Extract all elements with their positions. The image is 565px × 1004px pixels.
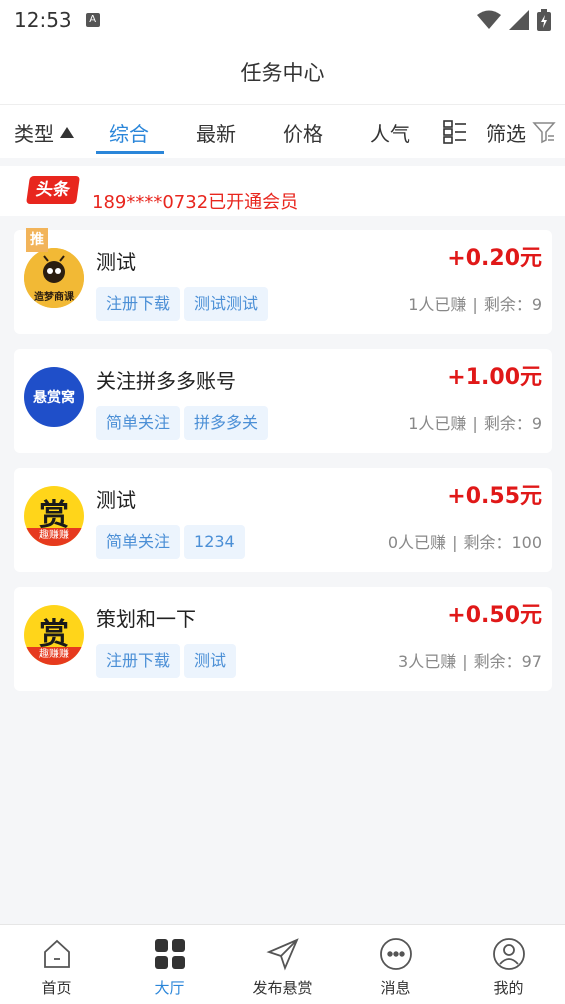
task-tags: 简单关注 拼多多关 — [96, 406, 269, 440]
task-card[interactable]: 悬赏窝 关注拼多多账号 +1.00元 简单关注 拼多多关 1人已赚 | 剩余：9 — [14, 349, 552, 453]
nav-messages[interactable]: 消息 — [339, 925, 452, 1004]
stats-separator: | — [452, 533, 458, 552]
nav-label: 发布悬赏 — [252, 979, 313, 997]
user-icon — [492, 938, 525, 970]
task-stats: 1人已赚 | 剩余：9 — [408, 291, 542, 315]
task-card[interactable]: 赏 趣赚赚 测试 +0.55元 简单关注 1234 0人已赚 | 剩余：100 — [14, 468, 552, 572]
task-tags: 注册下载 测试测试 — [96, 287, 269, 321]
stats-separator: | — [462, 652, 468, 671]
headline-notice[interactable]: 头条 189****0732已开通会员 — [0, 166, 565, 216]
stats-separator: | — [472, 414, 478, 433]
type-filter-button[interactable]: 类型 — [14, 105, 74, 159]
nav-home[interactable]: 首页 — [0, 925, 113, 1004]
task-logo-text: 造梦商课 — [34, 292, 74, 303]
task-title: 测试 — [96, 488, 136, 512]
task-card[interactable]: 赏 趣赚赚 策划和一下 +0.50元 注册下载 测试 3人已赚 | 剩余：97 — [14, 587, 552, 691]
stats-separator: | — [472, 295, 478, 314]
task-title: 关注拼多多账号 — [96, 369, 236, 393]
task-title: 测试 — [96, 250, 136, 274]
task-stats: 3人已赚 | 剩余：97 — [398, 648, 542, 672]
task-card[interactable]: 造梦商课 推 测试 +0.20元 注册下载 测试测试 1人已赚 | 剩余：9 — [14, 228, 552, 334]
tab-price[interactable]: 价格 — [283, 105, 323, 159]
task-tags: 注册下载 测试 — [96, 644, 237, 678]
filter-button[interactable]: 筛选 — [486, 105, 556, 159]
status-bar: 12:53 A — [0, 0, 565, 40]
task-tag: 注册下载 — [96, 644, 181, 678]
task-reward: +1.00元 — [447, 365, 542, 390]
task-logo-text: 悬赏窝 — [33, 390, 75, 406]
task-title: 策划和一下 — [96, 607, 196, 631]
nav-hall[interactable]: 大厅 — [113, 925, 226, 1004]
status-time: 12:53 — [14, 8, 72, 32]
task-logo: 悬赏窝 — [24, 367, 84, 427]
filter-bar: 类型 综合 最新 价格 人气 筛选 — [0, 104, 565, 158]
task-tag: 简单关注 — [96, 406, 181, 440]
list-view-icon — [443, 120, 466, 144]
chat-icon — [379, 938, 412, 970]
earned-count: 1人已赚 — [408, 295, 467, 314]
tab-label: 综合 — [109, 121, 149, 146]
task-reward: +0.55元 — [447, 484, 542, 509]
earned-count: 0人已赚 — [387, 533, 447, 552]
notification-a-icon: A — [85, 13, 100, 27]
funnel-icon — [532, 122, 556, 144]
remaining-count: 剩余：9 — [483, 295, 542, 314]
wifi-icon — [477, 10, 501, 29]
nav-label: 我的 — [493, 979, 524, 997]
task-stats: 0人已赚 | 剩余：100 — [388, 529, 542, 553]
nav-label: 大厅 — [154, 979, 185, 997]
remaining-count: 剩余：9 — [483, 414, 542, 433]
nav-post-reward[interactable]: 发布悬赏 — [226, 925, 339, 1004]
remaining-count: 剩余：100 — [463, 533, 542, 552]
tab-label: 最新 — [196, 121, 236, 146]
task-tag: 注册下载 — [96, 287, 181, 321]
earned-count: 1人已赚 — [408, 414, 467, 433]
nav-label: 消息 — [380, 979, 411, 997]
task-reward: +0.20元 — [447, 246, 542, 271]
nav-mine[interactable]: 我的 — [452, 925, 565, 1004]
task-logo: 造梦商课 — [24, 248, 84, 308]
page-title: 任务中心 — [240, 61, 325, 85]
title-bar: 任务中心 — [0, 40, 565, 104]
task-logo: 赏 趣赚赚 — [24, 486, 84, 546]
triangle-up-icon — [60, 126, 74, 138]
task-tag: 拼多多关 — [184, 406, 269, 440]
earned-count: 3人已赚 — [398, 652, 457, 671]
tab-label: 价格 — [283, 121, 323, 146]
battery-icon — [537, 9, 551, 31]
grid-icon — [154, 939, 185, 969]
type-filter-label: 类型 — [14, 121, 54, 146]
task-tag: 测试测试 — [184, 287, 269, 321]
task-tag: 1234 — [184, 525, 245, 559]
task-logo-sub: 趣赚赚 — [24, 528, 84, 546]
remaining-count: 剩余：97 — [473, 652, 542, 671]
task-tag: 测试 — [184, 644, 237, 678]
tab-popularity[interactable]: 人气 — [370, 105, 410, 159]
active-tab-indicator — [96, 151, 164, 154]
bottom-nav: 首页 大厅 发布悬赏 消息 我的 — [0, 924, 565, 1004]
tab-latest[interactable]: 最新 — [196, 105, 236, 159]
list-view-toggle[interactable] — [443, 105, 467, 159]
filter-label: 筛选 — [486, 121, 526, 146]
signal-icon — [509, 10, 529, 30]
task-tags: 简单关注 1234 — [96, 525, 245, 559]
recommended-badge: 推 — [26, 228, 48, 252]
notice-text: 189****0732已开通会员 — [92, 192, 299, 213]
task-stats: 1人已赚 | 剩余：9 — [408, 410, 542, 434]
send-icon — [265, 938, 299, 971]
tab-label: 人气 — [370, 121, 410, 146]
task-tag: 简单关注 — [96, 525, 181, 559]
nav-label: 首页 — [41, 979, 72, 997]
headline-badge: 头条 — [26, 176, 80, 204]
task-logo: 赏 趣赚赚 — [24, 605, 84, 665]
task-logo-sub: 趣赚赚 — [24, 647, 84, 665]
status-icons — [477, 9, 551, 31]
home-icon — [43, 939, 70, 968]
task-reward: +0.50元 — [447, 603, 542, 628]
